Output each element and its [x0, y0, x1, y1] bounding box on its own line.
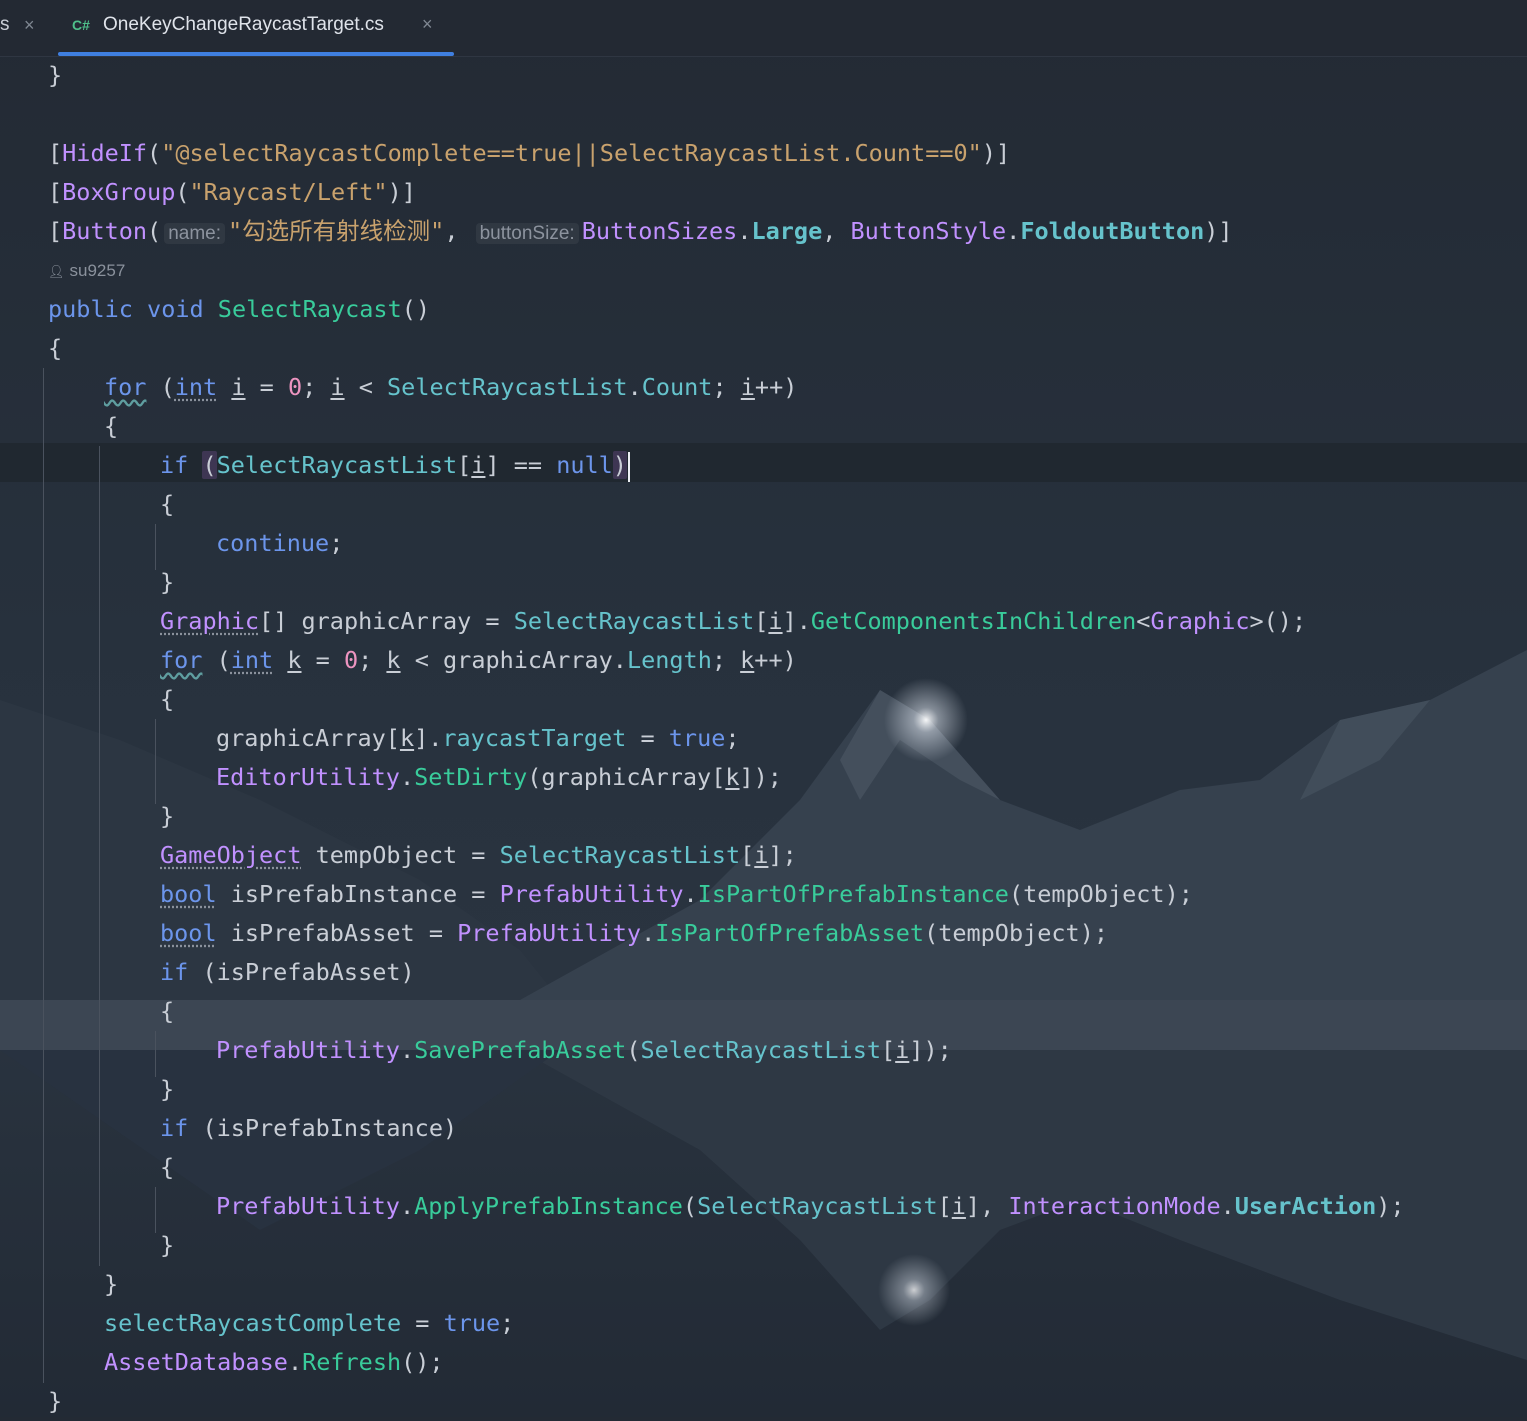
csharp-file-icon: C# — [72, 17, 90, 33]
tab-previous-label: s — [0, 14, 10, 35]
hideif-string: "@selectRaycastComplete==true||SelectRay… — [161, 139, 982, 167]
button-label-string: "勾选所有射线检测" — [228, 217, 444, 245]
code-line: { — [160, 992, 174, 1031]
code-line: graphicArray[k].raycastTarget = true; — [216, 719, 740, 758]
code-line: } — [160, 1070, 174, 1109]
code-line: for (int i = 0; i < SelectRaycastList.Co… — [104, 368, 797, 407]
tab-previous-file[interactable]: s × — [0, 14, 10, 40]
user-icon: 👤︎ — [48, 264, 65, 279]
code-line: PrefabUtility.ApplyPrefabInstance(Select… — [216, 1187, 1405, 1226]
code-line: if (SelectRaycastList[i] == null) — [160, 446, 630, 485]
author-name: su9257 — [70, 261, 126, 280]
close-icon[interactable]: × — [24, 15, 35, 36]
indent-guide — [155, 524, 156, 570]
indent-guide — [155, 1031, 156, 1077]
code-line: { — [104, 407, 118, 446]
method-name: SelectRaycast — [218, 295, 402, 323]
code-line: selectRaycastComplete = true; — [104, 1304, 514, 1343]
code-line: public void SelectRaycast() — [48, 290, 430, 329]
indent-guide — [155, 719, 156, 804]
editor-tab-bar: s × C# OneKeyChangeRaycastTarget.cs × — [0, 0, 1527, 57]
inlay-hint-name: name: — [164, 223, 225, 244]
code-line: PrefabUtility.SavePrefabAsset(SelectRayc… — [216, 1031, 952, 1070]
indent-guide — [99, 446, 100, 1266]
code-line: for (int k = 0; k < graphicArray.Length;… — [160, 641, 797, 680]
code-line: } — [160, 563, 174, 602]
code-line: [Button(name: "勾选所有射线检测", buttonSize: Butt… — [48, 212, 1233, 251]
text-cursor — [628, 452, 630, 482]
tab-filename: OneKeyChangeRaycastTarget.cs — [103, 14, 384, 36]
code-line: Graphic[] graphicArray = SelectRaycastLi… — [160, 602, 1306, 641]
code-editor[interactable]: } [HideIf("@selectRaycastComplete==true|… — [0, 56, 1527, 1417]
code-line: } — [48, 1382, 62, 1421]
code-line: [HideIf("@selectRaycastComplete==true||S… — [48, 134, 1010, 173]
code-line: { — [160, 680, 174, 719]
indent-guide — [155, 1187, 156, 1233]
code-line: { — [48, 329, 62, 368]
code-line: [BoxGroup("Raycast/Left")] — [48, 173, 416, 212]
code-line: { — [160, 485, 174, 524]
active-tab-indicator — [58, 52, 454, 56]
code-line: } — [160, 1226, 174, 1265]
author-codelens[interactable]: 👤︎ su9257 — [48, 256, 125, 286]
code-line: continue; — [216, 524, 343, 563]
tab-active-file[interactable]: C# OneKeyChangeRaycastTarget.cs × — [58, 0, 454, 56]
code-line: { — [160, 1148, 174, 1187]
close-icon[interactable]: × — [422, 14, 433, 35]
code-line: } — [104, 1265, 118, 1304]
code-line: bool isPrefabInstance = PrefabUtility.Is… — [160, 875, 1193, 914]
indent-guide — [43, 368, 44, 1383]
code-line: } — [160, 797, 174, 836]
code-line: GameObject tempObject = SelectRaycastLis… — [160, 836, 797, 875]
code-line: EditorUtility.SetDirty(graphicArray[k]); — [216, 758, 782, 797]
code-line: bool isPrefabAsset = PrefabUtility.IsPar… — [160, 914, 1108, 953]
code-line: if (isPrefabInstance) — [160, 1109, 457, 1148]
inlay-hint-buttonsize: buttonSize: — [476, 223, 579, 244]
code-line: if (isPrefabAsset) — [160, 953, 415, 992]
code-line: } — [48, 56, 62, 95]
boxgroup-string: "Raycast/Left" — [190, 178, 388, 206]
code-line: AssetDatabase.Refresh(); — [104, 1343, 444, 1382]
